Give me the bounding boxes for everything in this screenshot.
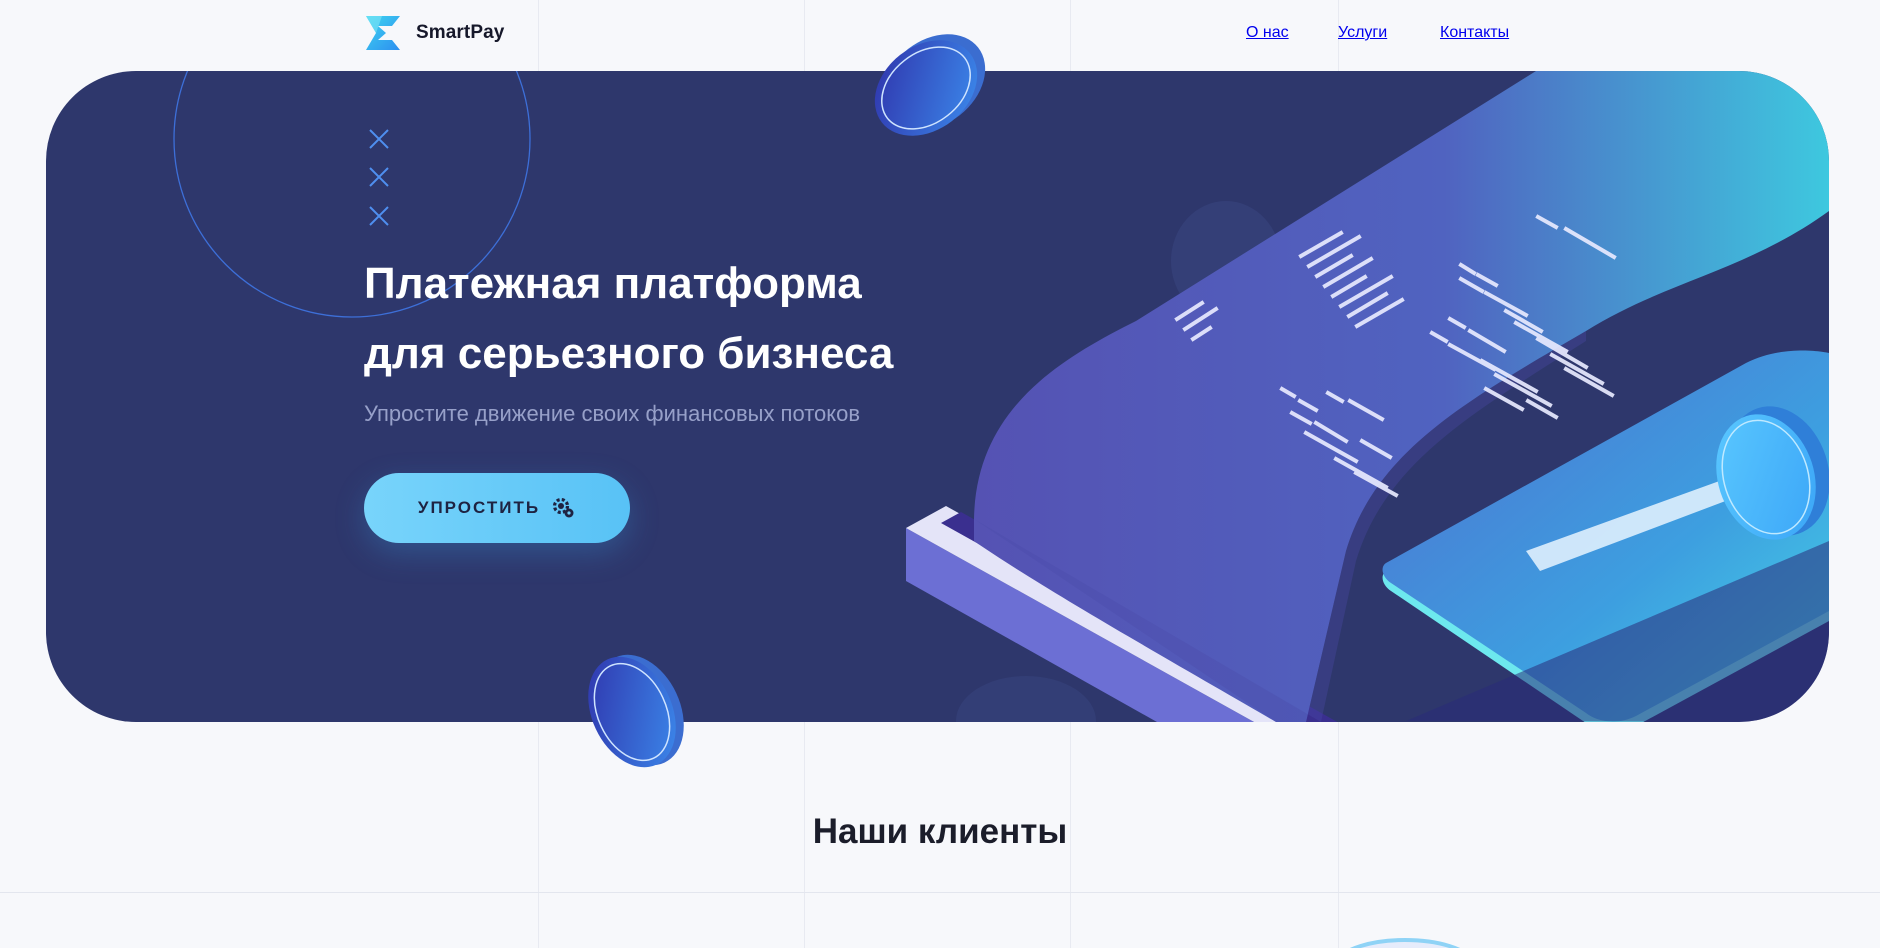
cta-button[interactable]: УПРОСТИТЬ — [364, 473, 630, 543]
hero-banner: Платежная платформа для серьезного бизне… — [46, 71, 1829, 722]
clients-title: Наши клиенты — [812, 812, 1068, 851]
hero-title: Платежная платформа для серьезного бизне… — [364, 249, 984, 389]
nav-item-services[interactable]: Услуги — [1338, 24, 1387, 42]
brand-name: SmartPay — [416, 22, 505, 43]
hero-title-line: Платежная платформа — [364, 259, 862, 308]
hero-subtitle: Упростите движение своих финансовых пото… — [364, 401, 861, 426]
cta-label: УПРОСТИТЬ — [417, 498, 541, 517]
nav-item-about[interactable]: О нас — [1246, 24, 1289, 42]
smartpay-logo-icon — [366, 16, 400, 50]
hero-illustration — [173, 71, 1829, 722]
coin-decor — [588, 654, 684, 768]
grid-line — [0, 892, 1880, 893]
logo-link[interactable]: SmartPay — [364, 14, 504, 52]
nav-item-contacts[interactable]: Контакты — [1440, 24, 1509, 42]
decor-crosses — [369, 129, 389, 226]
site-header: SmartPay О нас Услуги Контакты — [0, 0, 1880, 70]
gear-icon — [552, 497, 574, 518]
hero-title-line: для серьезного бизнеса — [364, 329, 894, 378]
decor-arc — [1350, 938, 1460, 948]
